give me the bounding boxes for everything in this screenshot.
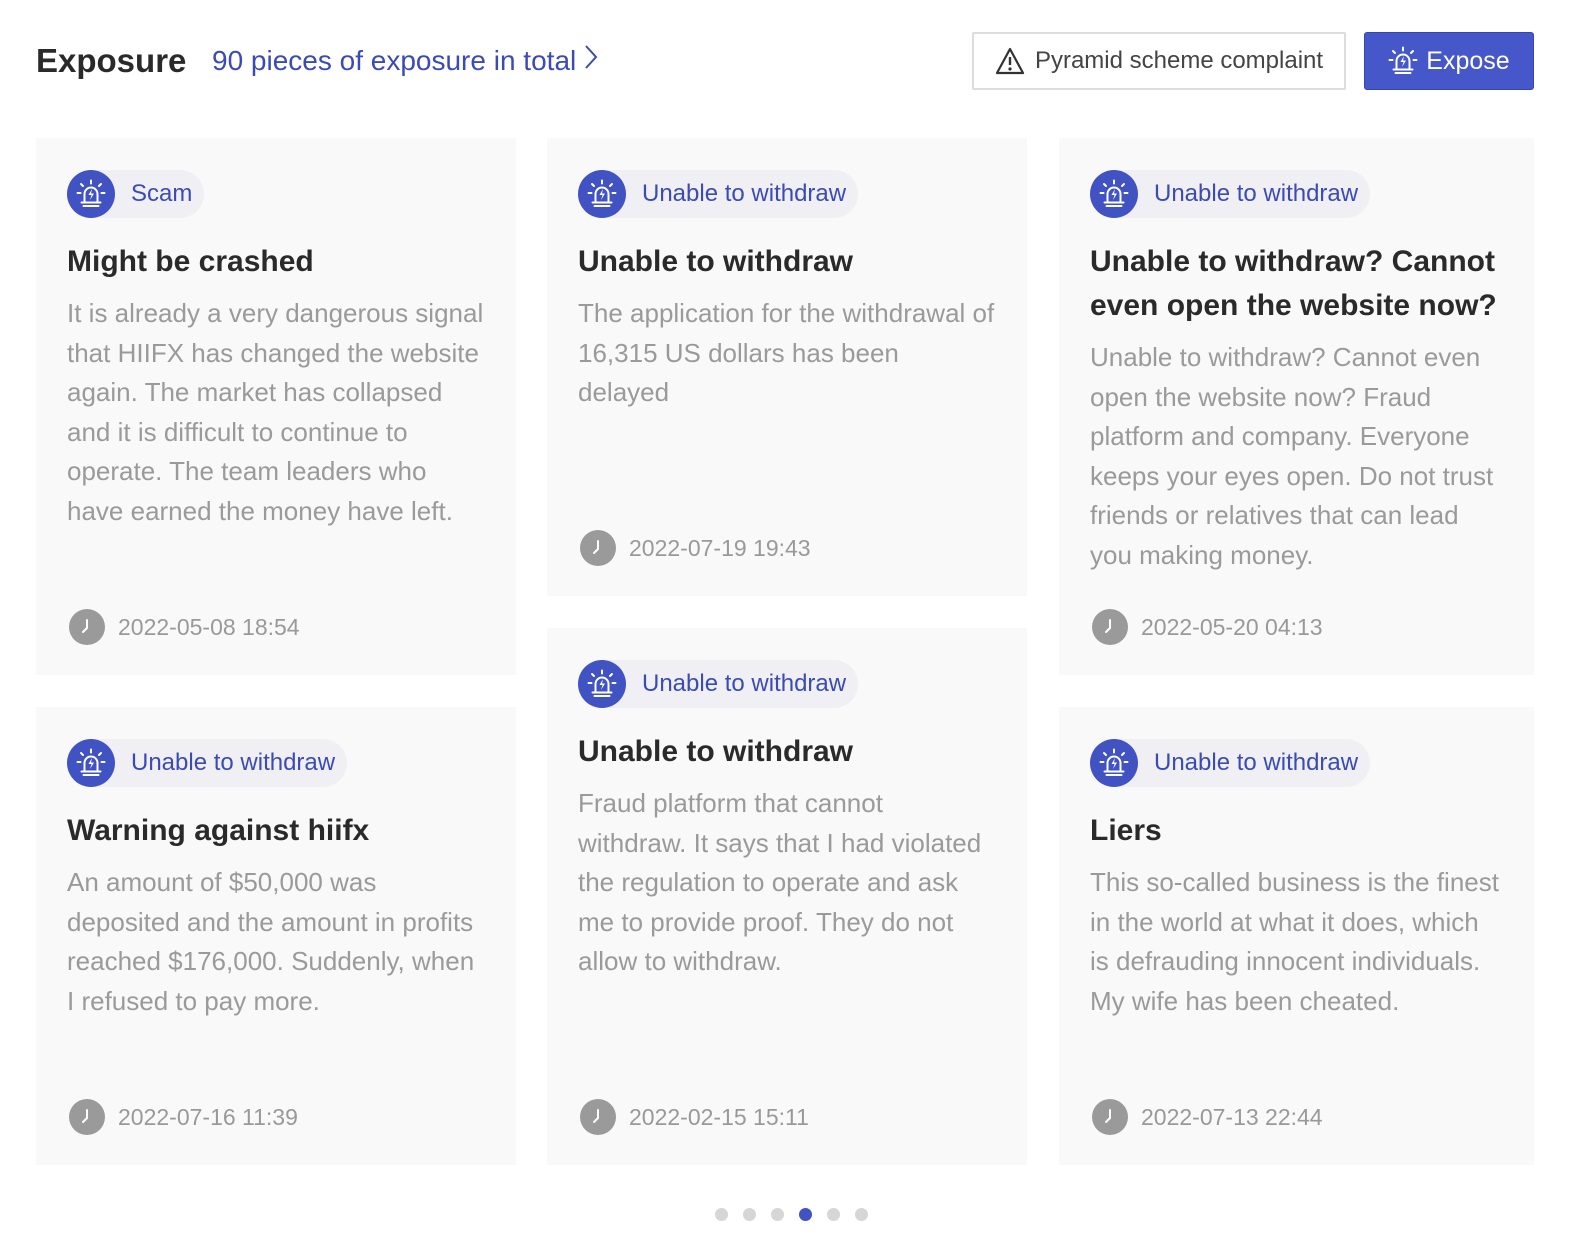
card-date-text: 2022-05-08 18:54 [118, 613, 300, 640]
card-date-text: 2022-05-20 04:13 [1141, 613, 1323, 640]
card-excerpt: It is already a very dangerous signal th… [67, 298, 484, 526]
card-date: 2022-07-19 19:43 [580, 530, 811, 566]
card-title: Unable to withdraw [578, 735, 854, 768]
exposure-card[interactable]: Unable to withdraw Liers This so-called … [1059, 707, 1534, 1165]
pagination-dot[interactable] [798, 1208, 812, 1221]
category-tag: Unable to withdraw [578, 170, 859, 218]
alarm-siren-icon [67, 170, 115, 218]
category-label: Unable to withdraw [642, 670, 847, 697]
card-title: Liers [1090, 814, 1162, 847]
category-label: Unable to withdraw [131, 749, 336, 776]
card-excerpt: This so-called business is the finest in… [1090, 867, 1499, 1016]
pagination-dot[interactable] [826, 1208, 840, 1221]
card-date: 2022-07-16 11:39 [69, 1099, 298, 1135]
exposure-header: Exposure 90 pieces of exposure in total … [36, 31, 1556, 91]
alarm-siren-icon [67, 739, 115, 787]
pagination-dots [0, 1208, 1582, 1221]
alarm-siren-icon [578, 660, 626, 708]
card-date-text: 2022-07-19 19:43 [629, 534, 811, 561]
category-label: Scam [131, 180, 193, 207]
exposure-count-link[interactable]: 90 pieces of exposure in total [212, 43, 598, 79]
exposure-card[interactable]: Scam Might be crashed It is already a ve… [36, 138, 516, 675]
card-date-text: 2022-07-13 22:44 [1141, 1103, 1323, 1130]
clock-icon [1092, 1099, 1128, 1135]
card-excerpt: An amount of $50,000 was deposited and t… [67, 867, 475, 1016]
category-tag: Unable to withdraw [67, 739, 348, 787]
warning-triangle-icon [995, 47, 1025, 75]
card-date: 2022-05-08 18:54 [69, 609, 300, 645]
card-date-text: 2022-07-16 11:39 [118, 1103, 298, 1130]
clock-icon [580, 530, 616, 566]
expose-label: Expose [1426, 46, 1510, 75]
exposure-card[interactable]: Unable to withdraw Warning against hiifx… [36, 707, 516, 1165]
category-tag: Unable to withdraw [578, 660, 859, 708]
alarm-siren-icon [1090, 170, 1138, 218]
card-date-text: 2022-02-15 15:11 [629, 1103, 809, 1130]
clock-icon [580, 1099, 616, 1135]
card-excerpt: Fraud platform that cannot withdraw. It … [578, 788, 982, 977]
pagination-dot[interactable] [770, 1208, 784, 1221]
card-date: 2022-05-20 04:13 [1092, 609, 1323, 645]
pyramid-complaint-button[interactable]: Pyramid scheme complaint [972, 32, 1346, 90]
category-label: Unable to withdraw [642, 180, 847, 207]
category-tag: Unable to withdraw [1090, 739, 1371, 787]
alarm-siren-icon [578, 170, 626, 218]
clock-icon [69, 1099, 105, 1135]
pagination-dot[interactable] [854, 1208, 868, 1221]
category-tag: Scam [67, 170, 205, 218]
page-title: Exposure [36, 42, 187, 79]
clock-icon [69, 609, 105, 645]
pagination-dot[interactable] [714, 1208, 728, 1221]
alarm-siren-icon [1090, 739, 1138, 787]
card-title: Might be crashed [67, 245, 314, 278]
exposure-card[interactable]: Unable to withdraw Unable to withdraw Th… [547, 138, 1027, 596]
clock-icon [1092, 609, 1128, 645]
card-title: Warning against hiifx [67, 814, 370, 847]
pagination-dot[interactable] [742, 1208, 756, 1221]
exposure-card[interactable]: Unable to withdraw Unable to withdraw Fr… [547, 628, 1027, 1165]
card-date: 2022-02-15 15:11 [580, 1099, 809, 1135]
card-date: 2022-07-13 22:44 [1092, 1099, 1323, 1135]
card-title: Unable to withdraw [578, 245, 854, 278]
category-label: Unable to withdraw [1154, 749, 1359, 776]
category-tag: Unable to withdraw [1090, 170, 1371, 218]
card-excerpt: Unable to withdraw? Cannot even open the… [1090, 342, 1494, 570]
exposure-count-label: 90 pieces of exposure in total [212, 45, 577, 76]
exposure-card[interactable]: Unable to withdraw Unable to withdraw? C… [1059, 138, 1534, 675]
chevron-right-icon [584, 43, 598, 79]
card-title: Unable to withdraw? Cannot even open the… [1090, 245, 1497, 322]
card-excerpt: The application for the withdrawal of 16… [578, 298, 995, 408]
expose-button[interactable]: Expose [1364, 32, 1534, 90]
pyramid-complaint-label: Pyramid scheme complaint [1034, 47, 1324, 74]
alarm-siren-icon [1388, 46, 1418, 76]
category-label: Unable to withdraw [1154, 180, 1359, 207]
